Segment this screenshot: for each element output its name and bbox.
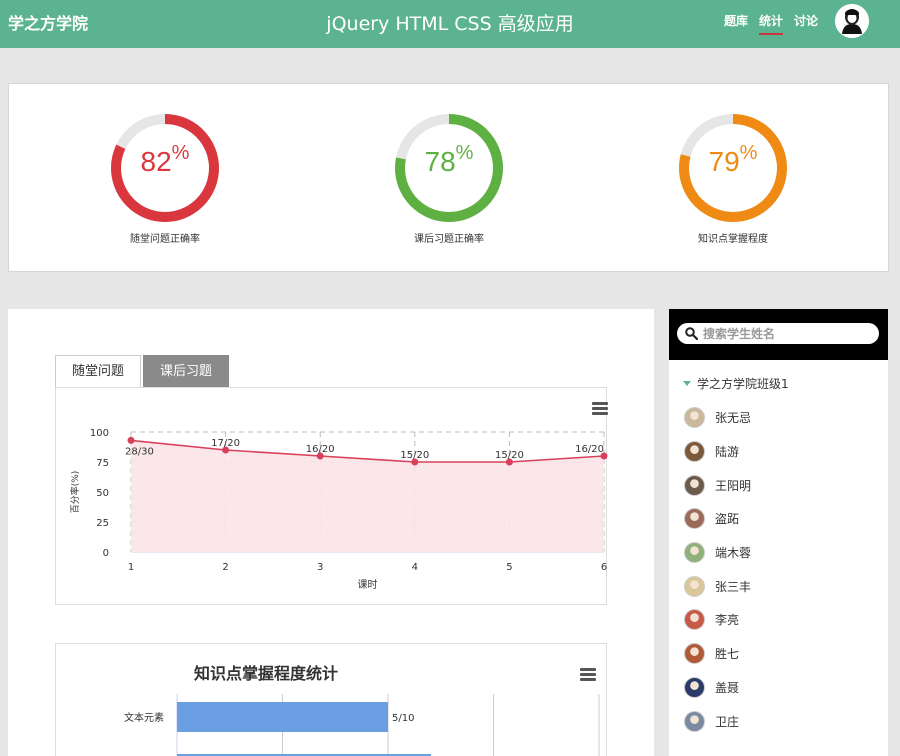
student-list-item[interactable]: 张无忌 [684,401,751,435]
y-tick-label: 50 [96,488,109,499]
student-avatar [684,407,705,429]
student-name: 张三丰 [715,579,752,594]
student-list-item[interactable]: 盗跖 [684,502,751,536]
knowledge-bar-chart: 知识点掌握程度统计 文本元素 5/10 [55,643,607,756]
data-label: 28/30 [125,446,154,457]
x-tick-label: 4 [412,562,418,573]
ring-label: 知识点掌握程度 [698,234,768,245]
data-label: 15/20 [400,450,429,461]
accuracy-summary-panel: 82% 随堂问题正确率 78% 课后习题正确率 79% 知识点掌握程度 [8,83,889,272]
student-name: 盖聂 [715,680,740,695]
class-name: 学之方学院班级1 [697,377,789,391]
ring-value: 82% [140,142,190,177]
student-avatar [684,474,705,496]
student-avatar [684,575,705,597]
data-point [127,436,135,444]
search-bar [669,309,888,360]
student-sidebar: 学之方学院班级1 张无忌陆游王阳明盗跖端木蓉张三丰李亮胜七盖聂卫庄 [669,309,888,756]
ring-label: 课后习题正确率 [414,234,484,245]
student-avatar [684,508,705,530]
y-tick-label: 25 [96,518,109,529]
y-tick-label: 100 [90,428,109,439]
x-tick-label: 5 [506,562,512,573]
student-name: 胜七 [715,647,740,662]
series-area [131,440,604,552]
student-list: 张无忌陆游王阳明盗跖端木蓉张三丰李亮胜七盖聂卫庄 [684,401,751,738]
student-list-item[interactable]: 卫庄 [684,704,751,738]
y-tick-label: 0 [103,548,109,559]
student-avatar [684,643,705,665]
student-name: 李亮 [715,613,740,628]
ring-knowledge-mastery: 79% 知识点掌握程度 [663,112,803,245]
statistics-main-panel: 随堂问题 课后习题 0 25 50 75 100 1 2 3 4 5 6 28/30 17/20 16/2… [8,309,654,756]
student-name: 端木蓉 [715,546,752,561]
chart-menu-icon[interactable] [592,402,608,416]
ring-homework-accuracy: 78% 课后习题正确率 [379,112,519,245]
category-label: 文本元素 [124,711,164,724]
student-avatar [684,441,705,463]
ring-label: 随堂问题正确率 [130,234,200,245]
student-list-item[interactable]: 王阳明 [684,468,751,502]
student-avatar [684,609,705,631]
student-name: 陆游 [715,445,740,460]
y-tick-label: 75 [96,458,109,469]
ring-value: 78% [424,142,474,177]
y-axis-label: 百分率(%) [69,471,81,514]
student-list-item[interactable]: 李亮 [684,603,751,637]
nav-item-discussion[interactable]: 讨论 [794,12,818,35]
accuracy-chart-svg: 0 25 50 75 100 1 2 3 4 5 6 28/30 17/20 16/20 15/20 15/2… [69,428,608,591]
class-group-toggle[interactable]: 学之方学院班级1 [683,375,789,392]
data-label: 17/20 [211,438,240,449]
student-name: 张无忌 [715,411,752,426]
ring-value: 79% [708,142,758,177]
tab-in-class-questions[interactable]: 随堂问题 [55,355,142,388]
bar [177,702,388,732]
ring-in-class-accuracy: 82% 随堂问题正确率 [95,112,235,245]
data-label: 16/20 [575,444,604,455]
student-name: 卫庄 [715,714,740,729]
chart-title: 知识点掌握程度统计 [193,664,338,683]
student-list-item[interactable]: 张三丰 [684,569,751,603]
data-label: 5/10 [392,713,414,724]
data-label: 15/20 [495,450,524,461]
top-navbar: 学之方学院 jQuery HTML CSS 高级应用 题库 统计 讨论 [0,0,900,48]
main-nav: 题库 统计 讨论 [724,12,818,35]
search-icon [685,327,698,340]
x-tick-label: 6 [601,562,607,573]
student-name: 王阳明 [715,478,752,493]
nav-item-question-bank[interactable]: 题库 [724,12,748,35]
accuracy-line-chart: 0 25 50 75 100 1 2 3 4 5 6 28/30 17/20 16/20 15/20 15/2… [55,387,608,605]
student-list-item[interactable]: 端木蓉 [684,536,751,570]
student-avatar [684,542,705,564]
caret-down-icon [683,381,691,386]
search-field [677,323,879,344]
data-label: 16/20 [306,444,335,455]
student-list-item[interactable]: 胜七 [684,637,751,671]
user-avatar[interactable] [835,4,869,38]
student-list-item[interactable]: 盖聂 [684,671,751,705]
student-list-item[interactable]: 陆游 [684,435,751,469]
student-avatar [684,676,705,698]
student-search-input[interactable] [703,324,873,343]
x-tick-label: 3 [317,562,323,573]
chart-menu-icon[interactable] [580,668,596,682]
nav-item-statistics[interactable]: 统计 [759,12,784,35]
student-avatar [684,710,705,732]
x-tick-label: 2 [222,562,228,573]
chart-tabs: 随堂问题 课后习题 [55,355,231,388]
x-tick-label: 1 [128,562,134,573]
tab-homework[interactable]: 课后习题 [143,355,230,388]
student-name: 盗跖 [715,512,740,527]
x-axis-label: 课时 [358,579,378,591]
